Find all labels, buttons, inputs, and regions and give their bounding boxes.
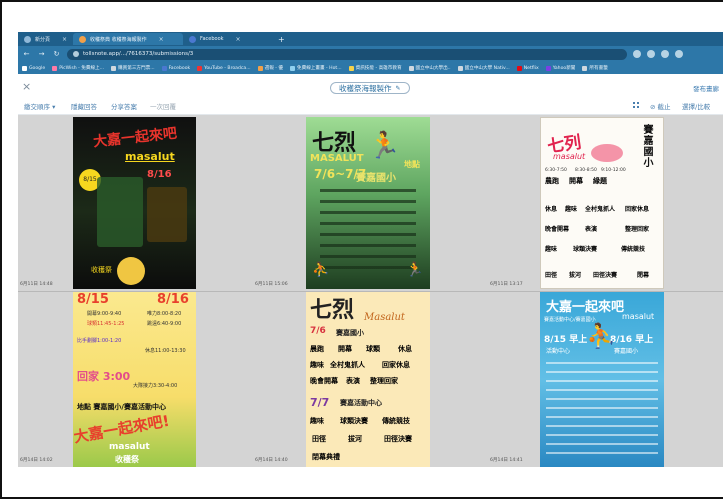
- poster-image: 七列 masalut 賽嘉國小 6:30-7:50 8:30-8:50 9:10…: [540, 117, 664, 289]
- facebook-icon: [189, 35, 197, 43]
- folder-icon: [582, 65, 588, 71]
- netflix-icon: [516, 65, 522, 71]
- poster-image: 8/15 8/16 開幕9:00-9:40 唯力8:00-8:20 球類11:4…: [73, 292, 196, 467]
- runner-figure: 🏃: [368, 131, 401, 161]
- bookmark-icon: [348, 65, 354, 71]
- browser-tab-bar: 新分頁 × 收穫祭典 收穫祭海報製作 × Facebook × +: [18, 32, 723, 46]
- hide-answers-button[interactable]: 隱藏回答: [71, 101, 97, 111]
- submission-card[interactable]: 郭景碩 6月11日 15:06 七烈 MASALUT 7/6~7/7 地點 賽嘉…: [253, 115, 488, 291]
- tab-label: 新分頁: [35, 36, 51, 43]
- bookmark-icon: [457, 65, 463, 71]
- edit-icon[interactable]: ✎: [396, 85, 401, 92]
- bookmark-item[interactable]: 國立中山大學 Nativ...: [457, 65, 510, 71]
- bookmark-item[interactable]: 所有書籤: [582, 65, 608, 71]
- bookmark-item[interactable]: Facebook: [161, 65, 190, 71]
- submission-wall: 吳恩萱 6月11日 14:48 大嘉一起來吧 masalut 8/15 8/16…: [18, 115, 723, 467]
- timestamp: 6月11日 14:48: [20, 282, 53, 287]
- app-toolbar: 繳交順序 ▾ 隱藏回答 分享答案 一次回覆 ⊘ 截止 選擇/比較: [18, 98, 723, 115]
- board-title[interactable]: 收穫祭海報製作 ✎: [330, 82, 410, 94]
- bookmark-item[interactable]: Google: [22, 65, 45, 71]
- bookmark-item[interactable]: Netflix: [516, 65, 539, 71]
- url-input[interactable]: tollsnote.app/.../7616373/submissions/3: [67, 48, 627, 60]
- athlete-figure: ⛹: [312, 262, 330, 278]
- bookmark-icon: [290, 65, 296, 71]
- forward-icon[interactable]: →: [37, 50, 46, 58]
- bookmarks-bar: Google PicWish - 免費線上... 購買第三方門票... Face…: [18, 62, 723, 74]
- one-reply-button[interactable]: 一次回覆: [150, 101, 176, 111]
- close-icon[interactable]: ×: [22, 80, 31, 93]
- select-compare-button[interactable]: 選擇/比較: [682, 101, 710, 111]
- browser-tab-active[interactable]: 收穫祭典 收穫祭海報製作 ×: [73, 33, 184, 45]
- deadline-button[interactable]: ⊘ 截止: [650, 101, 671, 111]
- submission-card[interactable]: 柯心妤 6月14日 14:40 七烈 Masalut 7/6 賽嘉國小 晨跑 開…: [253, 292, 488, 467]
- profile-icon[interactable]: [661, 50, 669, 58]
- google-icon: [22, 65, 27, 71]
- basketball-player-figure: ⛹: [586, 322, 616, 350]
- close-icon[interactable]: ×: [62, 36, 67, 43]
- browser-address-bar: ← → ↻ tollsnote.app/.../7616373/submissi…: [18, 46, 723, 62]
- timestamp: 6月11日 15:06: [255, 282, 288, 287]
- facebook-icon: [161, 65, 167, 71]
- yahoo-icon: [545, 65, 551, 71]
- browser-tab-facebook[interactable]: Facebook ×: [183, 33, 273, 45]
- bookmark-item[interactable]: 購買第三方門票...: [111, 65, 155, 71]
- timestamp: 6月14日 14:40: [255, 458, 288, 463]
- tab-label: 收穫祭典 收穫祭海報製作: [90, 36, 147, 43]
- bookmark-item[interactable]: YouTube - Broadca...: [197, 65, 251, 71]
- menu-icon[interactable]: [675, 50, 683, 58]
- newtab-icon: [24, 35, 31, 43]
- submission-card[interactable]: 潘皓軒 6月11日 13:17 七列 masalut 賽嘉國小 6:30-7:5…: [488, 115, 723, 291]
- submission-card[interactable]: 楊絜昕 6月14日 14:02 8/15 8/16 開幕9:00-9:40 唯力…: [18, 292, 253, 467]
- bookmark-icon: [257, 65, 263, 71]
- submission-card[interactable]: 白心 6月14日 14:41 大嘉一起來吧 賽嘉活動中心/賽嘉國小 masalu…: [488, 292, 723, 467]
- timestamp: 6月14日 14:02: [20, 458, 53, 463]
- back-icon[interactable]: ←: [22, 50, 31, 58]
- bookmark-item[interactable]: 國立中山大學出..: [408, 65, 451, 71]
- app-header: × 收穫祭海報製作 ✎ 發布畫廊: [18, 78, 723, 98]
- tab-label: Facebook: [200, 36, 224, 42]
- publish-gallery-button[interactable]: 發布畫廊: [693, 83, 719, 93]
- submission-card[interactable]: 吳恩萱 6月11日 14:48 大嘉一起來吧 masalut 8/15 8/16…: [18, 115, 253, 291]
- site-info-icon[interactable]: [73, 51, 79, 57]
- timestamp: 6月11日 13:17: [490, 282, 523, 287]
- bookmark-star-icon[interactable]: [633, 50, 641, 58]
- poster-image: 大嘉一起來吧 masalut 8/15 8/16 收穫祭: [73, 117, 196, 289]
- youtube-icon: [197, 65, 203, 71]
- bookmark-item[interactable]: PicWish - 免費線上...: [52, 65, 104, 71]
- extension-icon[interactable]: [647, 50, 655, 58]
- bookmark-icon: [52, 65, 58, 71]
- url-text: tollsnote.app/.../7616373/submissions/3: [83, 51, 194, 57]
- poster-image: 大嘉一起來吧 賽嘉活動中心/賽嘉國小 masalut 8/15 早上 8/16 …: [540, 292, 664, 467]
- bookmark-item[interactable]: 資訊技能 - 高雄市教育: [348, 65, 402, 71]
- share-answers-button[interactable]: 分享答案: [111, 101, 137, 111]
- poster-image: 七烈 Masalut 7/6 賽嘉國小 晨跑 開幕 球類 休息 趣味 全村鬼抓人…: [306, 292, 430, 467]
- new-tab-button[interactable]: +: [273, 35, 290, 44]
- bookmark-icon: [111, 65, 117, 71]
- timestamp: 6月14日 14:41: [490, 458, 523, 463]
- sort-dropdown[interactable]: 繳交順序 ▾: [24, 101, 55, 111]
- bookmark-icon: [408, 65, 414, 71]
- bookmark-item[interactable]: Yahoo新聞: [545, 65, 575, 71]
- close-icon[interactable]: ×: [159, 36, 164, 43]
- close-icon[interactable]: ×: [236, 36, 241, 43]
- browser-tab-newtab[interactable]: 新分頁 ×: [18, 33, 73, 45]
- bookmark-item[interactable]: 週報 - 優: [257, 65, 283, 71]
- poster-image: 七烈 MASALUT 7/6~7/7 地點 賽嘉國小 🏃 ⛹ 🏃: [306, 117, 430, 289]
- reload-icon[interactable]: ↻: [52, 50, 61, 58]
- app-icon: [79, 35, 87, 43]
- athlete-figure: 🏃: [406, 262, 424, 278]
- grid-view-icon[interactable]: [633, 102, 639, 108]
- bookmark-item[interactable]: 免費線上畫畫 - Hot...: [290, 65, 342, 71]
